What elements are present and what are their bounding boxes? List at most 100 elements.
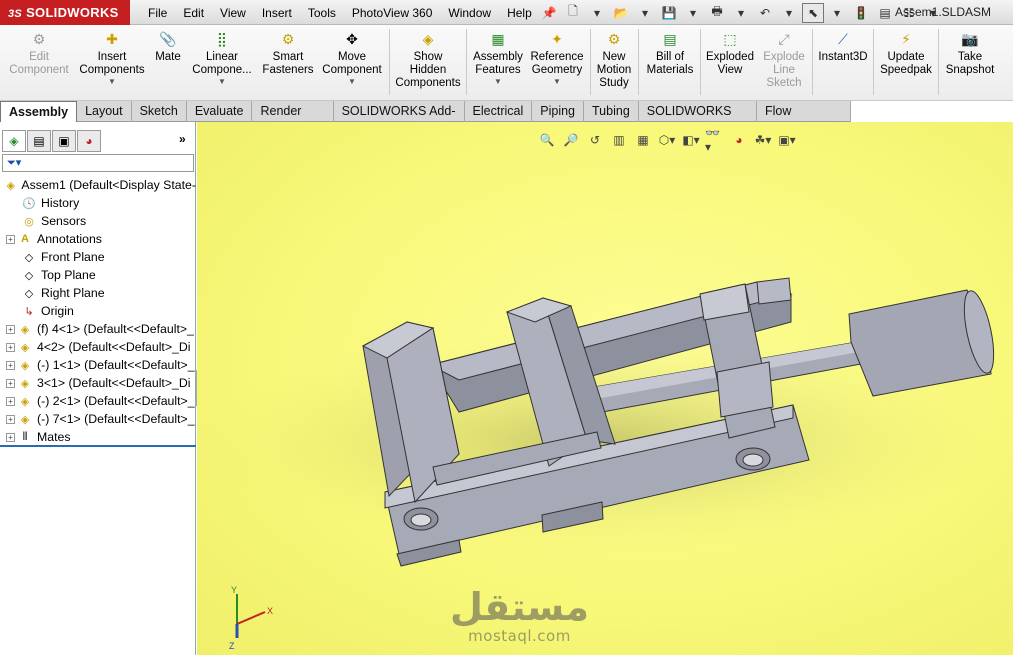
edit-component-button[interactable]: ⚙ Edit Component	[4, 29, 74, 99]
explode-line-sketch-icon: ⤢	[778, 30, 790, 47]
expand-toggle[interactable]: +	[6, 414, 15, 424]
tab-piping[interactable]: Piping	[532, 101, 585, 122]
dropdown-icon[interactable]: ▾	[730, 3, 752, 23]
assembly-features-icon: ▦	[491, 30, 505, 47]
tab-solidworks-addins[interactable]: SOLIDWORKS Add-Ins	[334, 101, 465, 138]
tab-render-tools[interactable]: Render Tools	[252, 101, 334, 138]
move-component-button[interactable]: ✥ Move Component ▼	[318, 29, 386, 99]
update-speedpak-button[interactable]: ⚡ Update Speedpak	[876, 29, 936, 99]
smart-fasteners-button[interactable]: ⚙ Smart Fasteners	[258, 29, 318, 99]
tree-component[interactable]: + ◈ (-) 7<1> (Default<<Default>_	[0, 410, 196, 428]
tab-solidworks-mbd[interactable]: SOLIDWORKS MBD	[639, 101, 758, 138]
property-manager-tab-icon[interactable]: ▤	[27, 130, 51, 152]
print-icon[interactable]: 🖶	[706, 3, 728, 23]
tab-tubing[interactable]: Tubing	[584, 101, 639, 122]
dropdown-arrow-icon[interactable]: ▼	[553, 77, 561, 86]
take-snapshot-button[interactable]: 📷 Take Snapshot	[941, 29, 999, 99]
tab-sketch[interactable]: Sketch	[132, 101, 187, 122]
expand-toggle[interactable]: +	[6, 396, 15, 406]
tree-root-assembly[interactable]: ◈ Assem1 (Default<Display State-	[0, 176, 196, 194]
expand-toggle[interactable]: +	[6, 342, 15, 352]
tree-item-front-plane[interactable]: ◇ Front Plane	[0, 248, 196, 266]
tree-item-history[interactable]: 🕓 History	[0, 194, 196, 212]
new-document-icon[interactable]: 🗋	[562, 3, 584, 23]
linear-component-pattern-button[interactable]: ⣿ Linear Compone... ▼	[188, 29, 256, 99]
menu-view[interactable]: View	[212, 6, 254, 20]
feature-tree: ◈ Assem1 (Default<Display State- 🕓 Histo…	[0, 176, 196, 446]
mate-button[interactable]: 📎 Mate	[150, 29, 186, 99]
menu-insert[interactable]: Insert	[254, 6, 300, 20]
tree-item-annotations[interactable]: + A Annotations	[0, 230, 196, 248]
solidworks-logo[interactable]: 3S SOLIDWORKS	[0, 0, 130, 25]
part-icon: ◈	[20, 377, 30, 390]
watermark: مستقل mostaql.com	[450, 587, 589, 645]
expand-toggle[interactable]: +	[6, 360, 15, 370]
pin-icon[interactable]: 📌	[538, 3, 560, 23]
feature-manager-tab-icon[interactable]: ◈	[2, 130, 26, 152]
expand-toggle[interactable]: +	[6, 234, 15, 244]
dropdown-icon[interactable]: ▾	[634, 3, 656, 23]
plane-icon: ◇	[24, 251, 34, 264]
rebuild-traffic-light-icon[interactable]: 🚦	[850, 3, 872, 23]
menu-tools[interactable]: Tools	[300, 6, 344, 20]
dropdown-icon[interactable]: ▾	[682, 3, 704, 23]
graphics-viewport[interactable]: 🔍 🔎 ↺ ▥ ▦ ⬡▾ ◧▾ 👓▾ ◕ ☘▾ ▣▾ Y X Z مستقل m…	[197, 122, 1013, 655]
tree-item-right-plane[interactable]: ◇ Right Plane	[0, 284, 196, 302]
dropdown-arrow-icon[interactable]: ▼	[108, 77, 116, 86]
exploded-view-button[interactable]: ⬚ Exploded View	[704, 29, 756, 99]
tree-item-top-plane[interactable]: ◇ Top Plane	[0, 266, 196, 284]
tree-filter[interactable]: ⏷▾	[2, 154, 194, 172]
open-folder-icon[interactable]: 📂	[610, 3, 632, 23]
tree-item-sensors[interactable]: ◎ Sensors	[0, 212, 196, 230]
dropdown-arrow-icon[interactable]: ▼	[494, 77, 502, 86]
tab-evaluate[interactable]: Evaluate	[187, 101, 253, 122]
menu-edit[interactable]: Edit	[175, 6, 212, 20]
display-manager-tab-icon[interactable]: ◕	[77, 130, 101, 152]
expand-toggle[interactable]: +	[6, 432, 15, 442]
linear-pattern-icon: ⣿	[216, 30, 228, 47]
ribbon-separator	[812, 29, 813, 95]
expand-toggle[interactable]: +	[6, 378, 15, 388]
configuration-manager-tab-icon[interactable]: ▣	[52, 130, 76, 152]
tree-item-origin[interactable]: ↳ Origin	[0, 302, 196, 320]
instant3d-button[interactable]: ⟋ Instant3D	[815, 29, 871, 99]
new-motion-study-button[interactable]: ⚙ New Motion Study	[593, 29, 635, 99]
bill-of-materials-icon: ▤	[663, 30, 677, 47]
dropdown-arrow-icon[interactable]: ▼	[218, 77, 226, 86]
tab-flow-simulation[interactable]: Flow Simulation	[757, 101, 852, 138]
dropdown-icon[interactable]: ▾	[778, 3, 800, 23]
tree-component[interactable]: + ◈ (-) 2<1> (Default<<Default>_	[0, 392, 196, 410]
insert-components-button[interactable]: ✚ Insert Components ▼	[76, 29, 148, 99]
exploded-view-icon: ⬚	[723, 30, 737, 47]
tree-item-mates[interactable]: + ⫴ Mates	[0, 428, 196, 446]
expand-toggle[interactable]: +	[6, 324, 15, 334]
tab-layout[interactable]: Layout	[77, 101, 132, 122]
dropdown-icon[interactable]: ▾	[826, 3, 848, 23]
dropdown-icon[interactable]: ▾	[586, 3, 608, 23]
undo-icon[interactable]: ↶	[754, 3, 776, 23]
vise-model[interactable]	[197, 122, 1013, 655]
tab-assembly[interactable]: Assembly	[0, 101, 78, 122]
menu-photoview[interactable]: PhotoView 360	[344, 6, 441, 20]
assembly-features-button[interactable]: ▦ Assembly Features ▼	[470, 29, 526, 99]
menu-help[interactable]: Help	[499, 6, 540, 20]
expand-panel-icon[interactable]: »	[179, 132, 186, 146]
tab-electrical[interactable]: Electrical	[465, 101, 533, 122]
file-properties-icon[interactable]: ▤	[874, 3, 896, 23]
quick-access-toolbar: 📌 🗋 ▾ 📂 ▾ 💾 ▾ 🖶 ▾ ↶ ▾ ⬉ ▾ 🚦 ▤ ☷ ▾	[538, 2, 944, 23]
tree-component[interactable]: + ◈ 4<2> (Default<<Default>_Di	[0, 338, 196, 356]
bill-of-materials-button[interactable]: ▤ Bill of Materials	[642, 29, 698, 99]
explode-line-sketch-button[interactable]: ⤢ Explode Line Sketch	[758, 29, 810, 99]
menu-window[interactable]: Window	[440, 6, 499, 20]
panel-tabs: ◈ ▤ ▣ ◕	[2, 130, 101, 152]
show-hidden-components-button[interactable]: ◈ Show Hidden Components	[394, 29, 462, 99]
dropdown-arrow-icon[interactable]: ▼	[348, 77, 356, 86]
reference-geometry-button[interactable]: ✦ Reference Geometry ▼	[527, 29, 587, 99]
tree-component[interactable]: + ◈ (f) 4<1> (Default<<Default>_	[0, 320, 196, 338]
plane-icon: ◇	[24, 287, 34, 300]
tree-component[interactable]: + ◈ 3<1> (Default<<Default>_Di	[0, 374, 196, 392]
select-cursor-icon[interactable]: ⬉	[802, 2, 824, 23]
menu-file[interactable]: File	[140, 6, 175, 20]
save-icon[interactable]: 💾	[658, 3, 680, 23]
tree-component[interactable]: + ◈ (-) 1<1> (Default<<Default>_	[0, 356, 196, 374]
